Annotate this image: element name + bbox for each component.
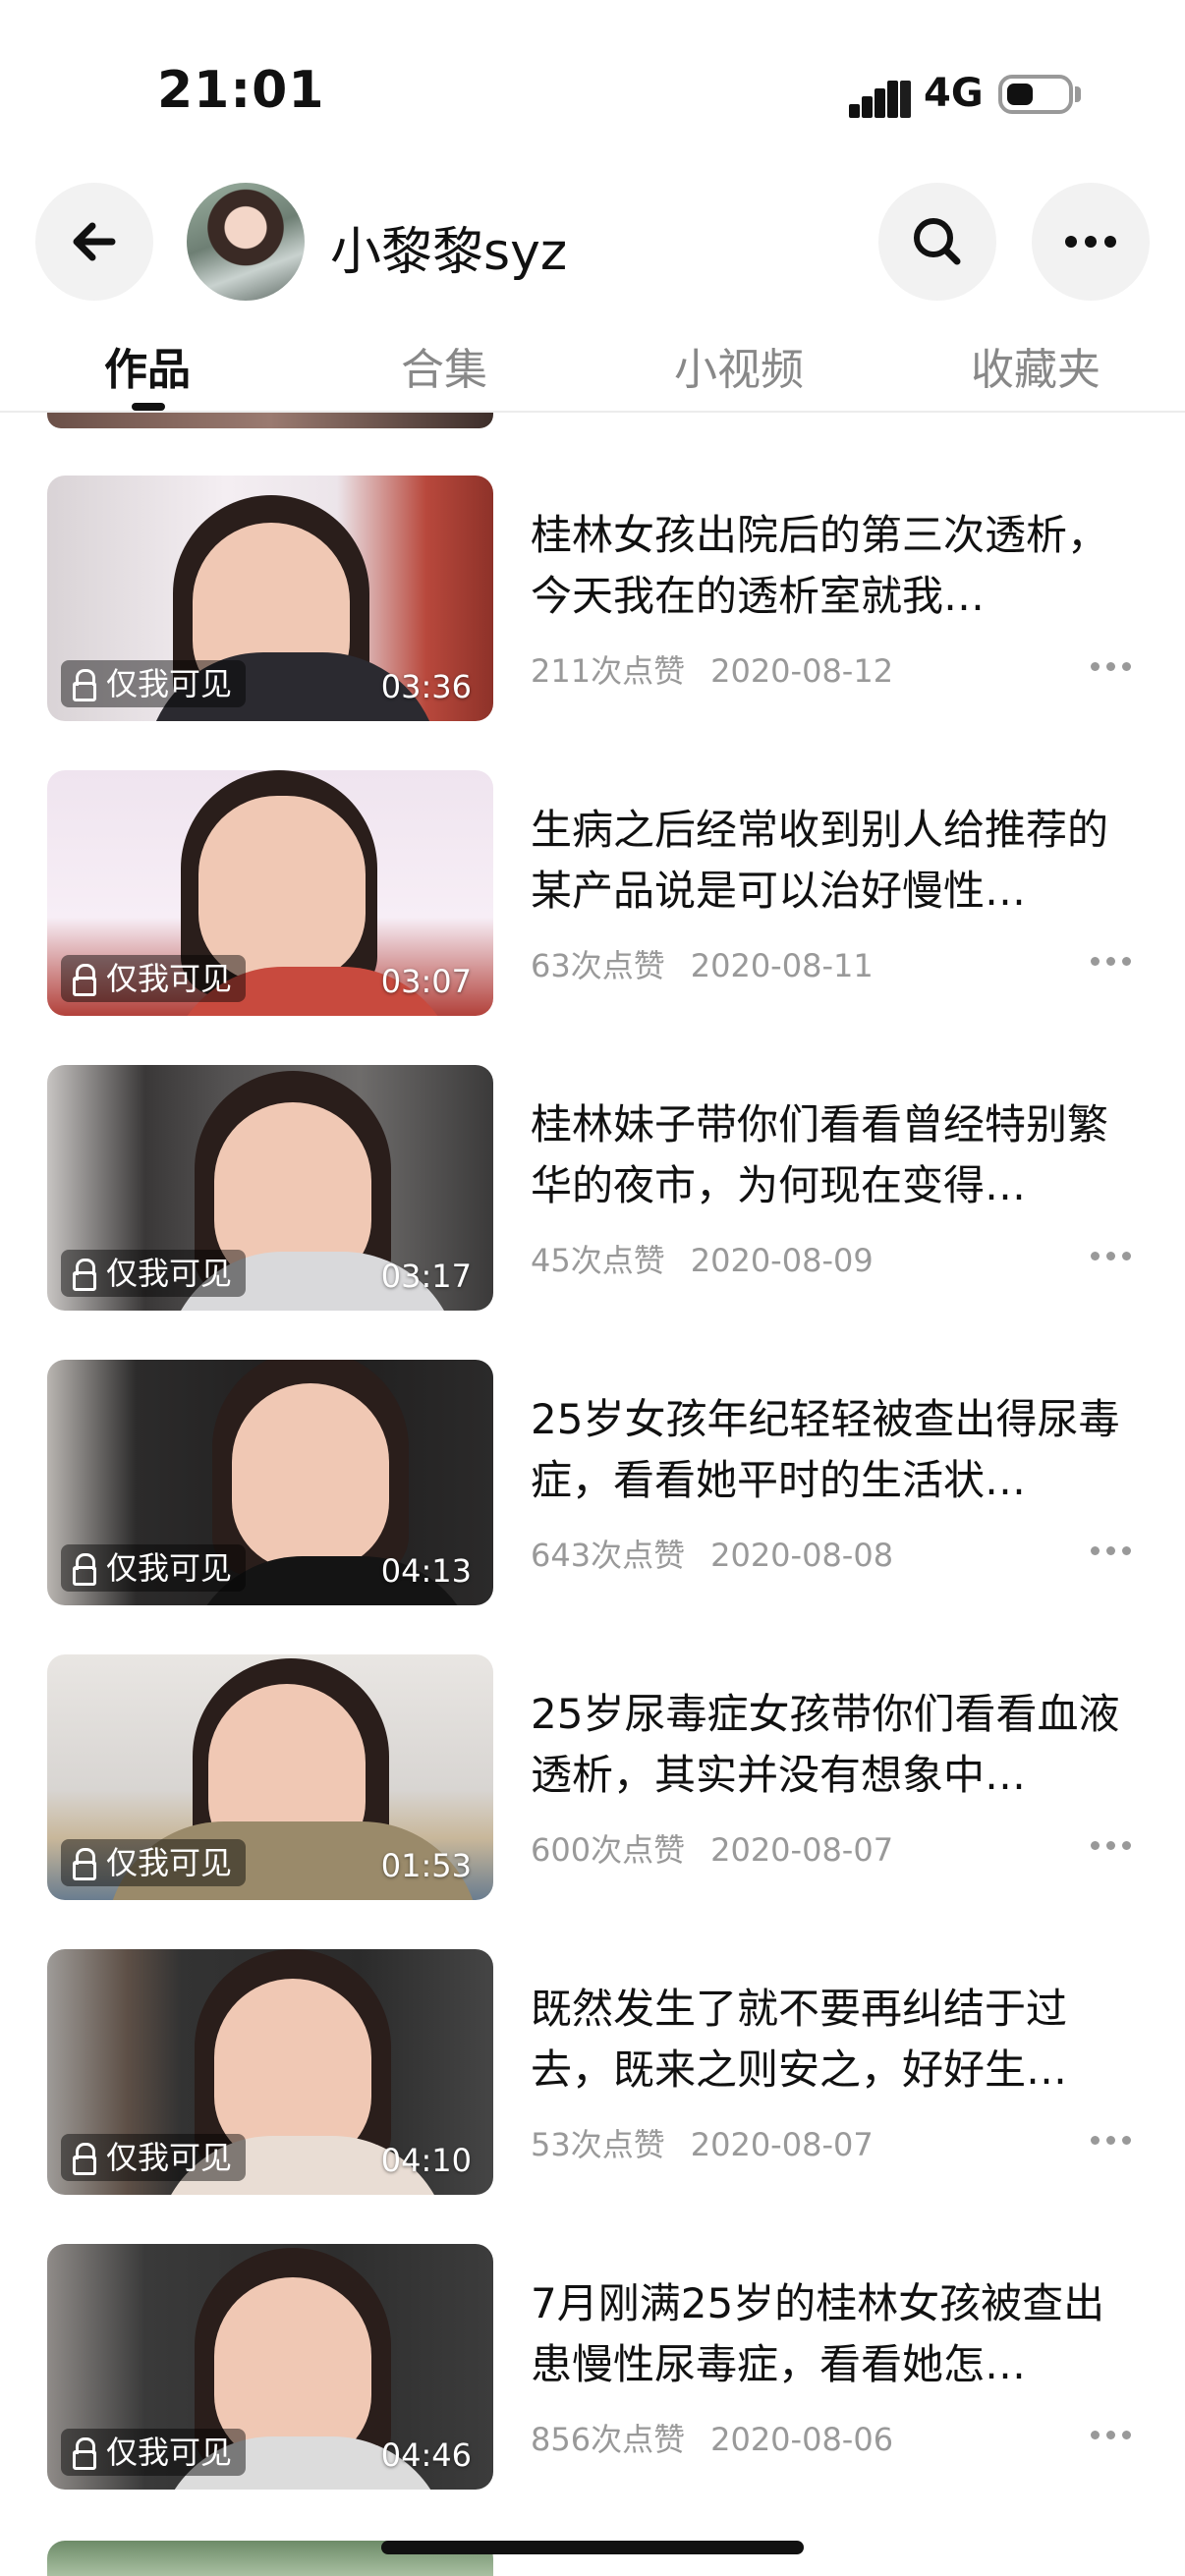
visibility-badge: 仅我可见 (61, 1839, 247, 1886)
home-indicator[interactable] (381, 2541, 804, 2554)
video-title[interactable]: 桂林女孩出院后的第三次透析，今天我在的透析室就我… (531, 505, 1120, 627)
tab-works[interactable]: 作品 (104, 334, 191, 397)
video-duration: 03:07 (380, 963, 472, 1000)
video-thumbnail-partial[interactable] (47, 413, 493, 428)
video-meta: 856次点赞 2020-08-06 (531, 2415, 893, 2460)
visibility-badge: 仅我可见 (61, 2134, 247, 2181)
search-button[interactable] (878, 183, 996, 301)
search-icon (914, 218, 961, 265)
battery-icon (998, 75, 1073, 114)
like-count: 53次点赞 (531, 2126, 665, 2163)
video-thumbnail[interactable]: 仅我可见 04:46 (47, 2244, 493, 2490)
badge-text: 仅我可见 (106, 1549, 233, 1587)
like-count: 45次点赞 (531, 1242, 665, 1279)
video-thumbnail[interactable]: 仅我可见 03:07 (47, 770, 493, 1016)
video-thumbnail[interactable]: 仅我可见 04:10 (47, 1949, 493, 2195)
more-options-icon[interactable] (1091, 2427, 1134, 2442)
more-options-icon[interactable] (1091, 658, 1134, 674)
back-button[interactable] (35, 183, 153, 301)
video-title[interactable]: 既然发生了就不要再纠结于过去，既来之则安之，好好生… (531, 1979, 1120, 2100)
video-item[interactable]: 仅我可见 03:17 桂林妹子带你们看看曾经特别繁华的夜市，为何现在变得… 45… (0, 1065, 1185, 1315)
video-item[interactable]: 仅我可见 04:13 25岁女孩年纪轻轻被查出得尿毒症，看看她平时的生活状… 6… (0, 1360, 1185, 1609)
video-meta: 53次点赞 2020-08-07 (531, 2120, 874, 2165)
like-count: 856次点赞 (531, 2421, 686, 2458)
video-title[interactable]: 25岁女孩年纪轻轻被查出得尿毒症，看看她平时的生活状… (531, 1389, 1120, 1511)
publish-date: 2020-08-09 (690, 1242, 874, 1279)
publish-date: 2020-08-07 (690, 2126, 874, 2163)
publish-date: 2020-08-08 (710, 1537, 894, 1574)
publish-date: 2020-08-12 (710, 652, 894, 690)
tab-favorites[interactable]: 收藏夹 (971, 334, 1100, 397)
lock-icon (73, 1553, 96, 1586)
more-options-icon[interactable] (1091, 953, 1134, 969)
visibility-badge: 仅我可见 (61, 660, 247, 707)
publish-date: 2020-08-11 (690, 947, 874, 984)
lock-icon (73, 669, 96, 701)
video-duration: 01:53 (380, 1847, 472, 1884)
video-meta: 643次点赞 2020-08-08 (531, 1531, 893, 1576)
like-count: 63次点赞 (531, 947, 665, 984)
badge-text: 仅我可见 (106, 665, 233, 702)
video-item[interactable]: 仅我可见 03:07 生病之后经常收到别人给推荐的某产品说是可以治好慢性… 63… (0, 770, 1185, 1020)
status-bar: 21:01 4G (0, 0, 1185, 177)
more-options-icon[interactable] (1091, 1248, 1134, 1263)
more-options-icon[interactable] (1091, 2132, 1134, 2148)
like-count: 643次点赞 (531, 1537, 686, 1574)
video-title[interactable]: 生病之后经常收到别人给推荐的某产品说是可以治好慢性… (531, 800, 1120, 922)
video-duration: 04:13 (380, 1552, 472, 1590)
more-button[interactable] (1032, 183, 1150, 301)
like-count: 211次点赞 (531, 652, 686, 690)
profile-username[interactable]: 小黎黎syz (330, 210, 567, 284)
lock-icon (73, 964, 96, 996)
video-item[interactable]: 仅我可见 03:36 桂林女孩出院后的第三次透析，今天我在的透析室就我… 211… (0, 476, 1185, 725)
video-item[interactable]: 仅我可见 04:46 7月刚满25岁的桂林女孩被查出患慢性尿毒症，看看她怎… 8… (0, 2244, 1185, 2493)
tab-active-indicator (132, 403, 165, 411)
publish-date: 2020-08-07 (710, 1831, 894, 1869)
visibility-badge: 仅我可见 (61, 955, 247, 1002)
lock-icon (73, 2437, 96, 2470)
more-options-icon[interactable] (1091, 1837, 1134, 1853)
video-thumbnail[interactable]: 仅我可见 03:36 (47, 476, 493, 721)
badge-text: 仅我可见 (106, 2139, 233, 2176)
more-options-icon[interactable] (1091, 1542, 1134, 1558)
video-meta: 600次点赞 2020-08-07 (531, 1825, 893, 1871)
lock-icon (73, 1259, 96, 1291)
video-meta: 63次点赞 2020-08-11 (531, 941, 874, 986)
video-thumbnail[interactable]: 仅我可见 03:17 (47, 1065, 493, 1311)
visibility-badge: 仅我可见 (61, 1250, 247, 1297)
video-meta: 45次点赞 2020-08-09 (531, 1236, 874, 1281)
tab-short-videos[interactable]: 小视频 (674, 334, 804, 397)
network-type: 4G (924, 71, 984, 116)
badge-text: 仅我可见 (106, 1844, 233, 1881)
tab-collections[interactable]: 合集 (401, 334, 487, 397)
video-title[interactable]: 桂林妹子带你们看看曾经特别繁华的夜市，为何现在变得… (531, 1094, 1120, 1216)
publish-date: 2020-08-06 (710, 2421, 894, 2458)
like-count: 600次点赞 (531, 1831, 686, 1869)
badge-text: 仅我可见 (106, 2434, 233, 2471)
video-item[interactable]: 仅我可见 04:10 既然发生了就不要再纠结于过去，既来之则安之，好好生… 53… (0, 1949, 1185, 2199)
video-title[interactable]: 25岁尿毒症女孩带你们看看血液透析，其实并没有想象中… (531, 1684, 1120, 1806)
video-duration: 04:46 (380, 2436, 472, 2474)
visibility-badge: 仅我可见 (61, 1544, 247, 1592)
video-item[interactable]: 仅我可见 01:53 25岁尿毒症女孩带你们看看血液透析，其实并没有想象中… 6… (0, 1654, 1185, 1904)
video-duration: 03:36 (380, 668, 472, 705)
video-thumbnail[interactable]: 仅我可见 04:13 (47, 1360, 493, 1605)
video-thumbnail[interactable]: 仅我可见 01:53 (47, 1654, 493, 1900)
video-duration: 03:17 (380, 1258, 472, 1295)
lock-icon (73, 2143, 96, 2175)
avatar[interactable] (187, 183, 305, 301)
signal-icon (849, 77, 912, 118)
more-icon (1065, 236, 1116, 248)
battery-tip (1075, 86, 1081, 102)
status-time: 21:01 (157, 61, 325, 120)
badge-text: 仅我可见 (106, 960, 233, 997)
video-title[interactable]: 7月刚满25岁的桂林女孩被查出患慢性尿毒症，看看她怎… (531, 2273, 1120, 2395)
video-meta: 211次点赞 2020-08-12 (531, 646, 893, 692)
visibility-badge: 仅我可见 (61, 2429, 247, 2476)
lock-icon (73, 1848, 96, 1880)
video-duration: 04:10 (380, 2142, 472, 2179)
badge-text: 仅我可见 (106, 1255, 233, 1292)
back-arrow-icon (73, 222, 116, 261)
